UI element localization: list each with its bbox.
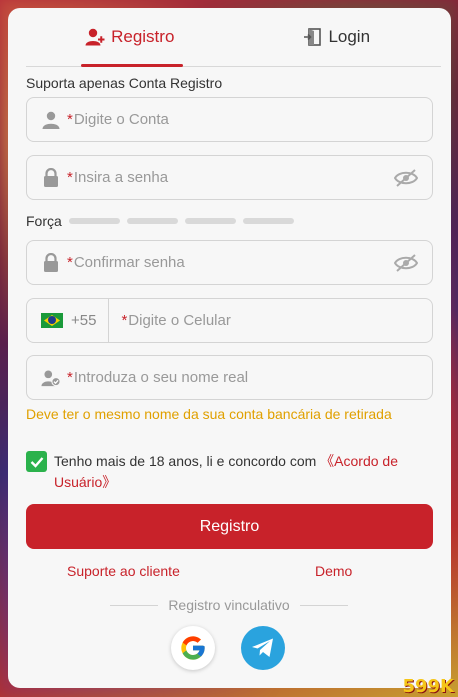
phone-field[interactable]: +55 *Digite o Celular	[26, 298, 433, 343]
user-check-icon	[41, 368, 61, 388]
strength-bar	[126, 218, 178, 224]
demo-link[interactable]: Demo	[315, 563, 352, 579]
register-submit-button[interactable]: Registro	[26, 504, 433, 549]
telegram-icon	[252, 638, 273, 657]
agreement-text: Tenho mais de 18 anos, li e concordo com…	[54, 451, 426, 493]
register-modal: Registro Login Suporta apenas Conta Regi…	[8, 8, 451, 688]
country-code: +55	[71, 312, 97, 329]
brand-logo: 599K	[402, 676, 454, 697]
confirm-password-input[interactable]	[67, 241, 394, 284]
country-code-selector[interactable]: +55	[27, 299, 110, 342]
phone-input-wrap: *Digite o Celular	[121, 299, 432, 342]
eye-off-icon[interactable]	[394, 253, 418, 273]
google-icon	[181, 636, 205, 660]
strength-bar	[68, 218, 120, 224]
agreement-statement: Tenho mais de 18 anos, li e concordo com	[54, 453, 321, 469]
real-name-input[interactable]	[67, 356, 432, 399]
user-icon	[41, 110, 61, 130]
agreement-row: Tenho mais de 18 anos, li e concordo com…	[26, 451, 426, 493]
strength-label: Força	[26, 213, 62, 229]
divider-label: Registro vinculativo	[168, 597, 290, 613]
login-door-icon	[304, 28, 322, 46]
lock-icon	[41, 168, 61, 188]
lock-icon	[41, 253, 61, 273]
binding-divider: Registro vinculativo	[110, 597, 349, 613]
brazil-flag-icon	[41, 313, 63, 328]
tab-login[interactable]: Login	[234, 8, 442, 66]
telegram-login-button[interactable]	[241, 626, 285, 670]
user-plus-icon	[85, 28, 105, 46]
support-note: Suporta apenas Conta Registro	[26, 75, 223, 91]
password-field[interactable]: *Insira a senha	[26, 155, 433, 200]
password-strength: Força	[26, 213, 294, 229]
account-field[interactable]: *Digite o Conta	[26, 97, 433, 142]
eye-off-icon[interactable]	[394, 168, 418, 188]
confirm-password-input-wrap: *Confirmar senha	[67, 241, 394, 284]
real-name-field[interactable]: *Introduza o seu nome real	[26, 355, 433, 400]
account-input[interactable]	[67, 98, 432, 141]
divider-line	[110, 604, 159, 606]
auth-tabs: Registro Login	[26, 8, 441, 67]
divider-line	[299, 604, 349, 606]
password-input-wrap: *Insira a senha	[67, 156, 394, 199]
checkmark-icon	[30, 456, 43, 468]
real-name-input-wrap: *Introduza o seu nome real	[67, 356, 432, 399]
real-name-warning: Deve ter o mesmo nome da sua conta bancá…	[26, 406, 392, 422]
agreement-checkbox[interactable]	[26, 451, 47, 472]
tab-login-label: Login	[328, 27, 371, 46]
phone-input[interactable]	[121, 299, 432, 342]
google-login-button[interactable]	[171, 626, 215, 670]
tab-registro[interactable]: Registro	[26, 8, 234, 67]
strength-bar	[242, 218, 294, 224]
strength-bar	[184, 218, 236, 224]
tab-registro-label: Registro	[111, 27, 175, 46]
confirm-password-field[interactable]: *Confirmar senha	[26, 240, 433, 285]
password-input[interactable]	[67, 156, 394, 199]
account-input-wrap: *Digite o Conta	[67, 98, 432, 141]
customer-support-link[interactable]: Suporte ao cliente	[67, 563, 180, 579]
